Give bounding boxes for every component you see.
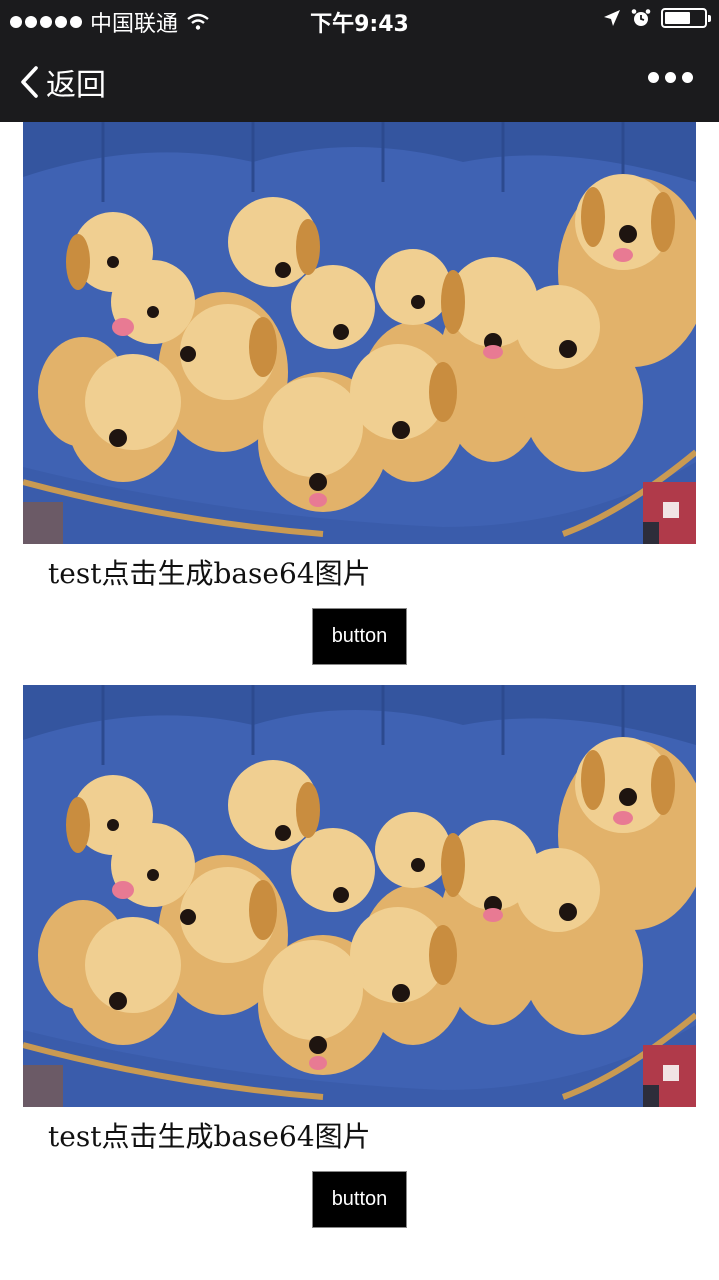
back-label: 返回: [46, 68, 106, 103]
nav-bar: 返回: [0, 38, 719, 122]
card-caption: test点击生成base64图片: [48, 557, 371, 590]
puppies-image: [23, 122, 696, 544]
location-arrow-icon: [604, 10, 620, 26]
back-button[interactable]: 返回: [18, 60, 106, 104]
puppies-photo: [23, 685, 696, 1107]
more-dots-icon[interactable]: [648, 72, 693, 83]
battery-icon: [661, 8, 711, 28]
generate-base64-button[interactable]: button: [312, 1171, 407, 1228]
card-caption: test点击生成base64图片: [48, 1120, 371, 1153]
generate-base64-button[interactable]: button: [312, 608, 407, 665]
puppies-image: [23, 685, 696, 1107]
alarm-icon: [631, 9, 651, 26]
chevron-left-icon: [21, 66, 38, 98]
status-bar: 中国联通 下午9:43: [0, 0, 719, 38]
status-right: [603, 8, 711, 28]
puppies-photo: [23, 122, 696, 544]
